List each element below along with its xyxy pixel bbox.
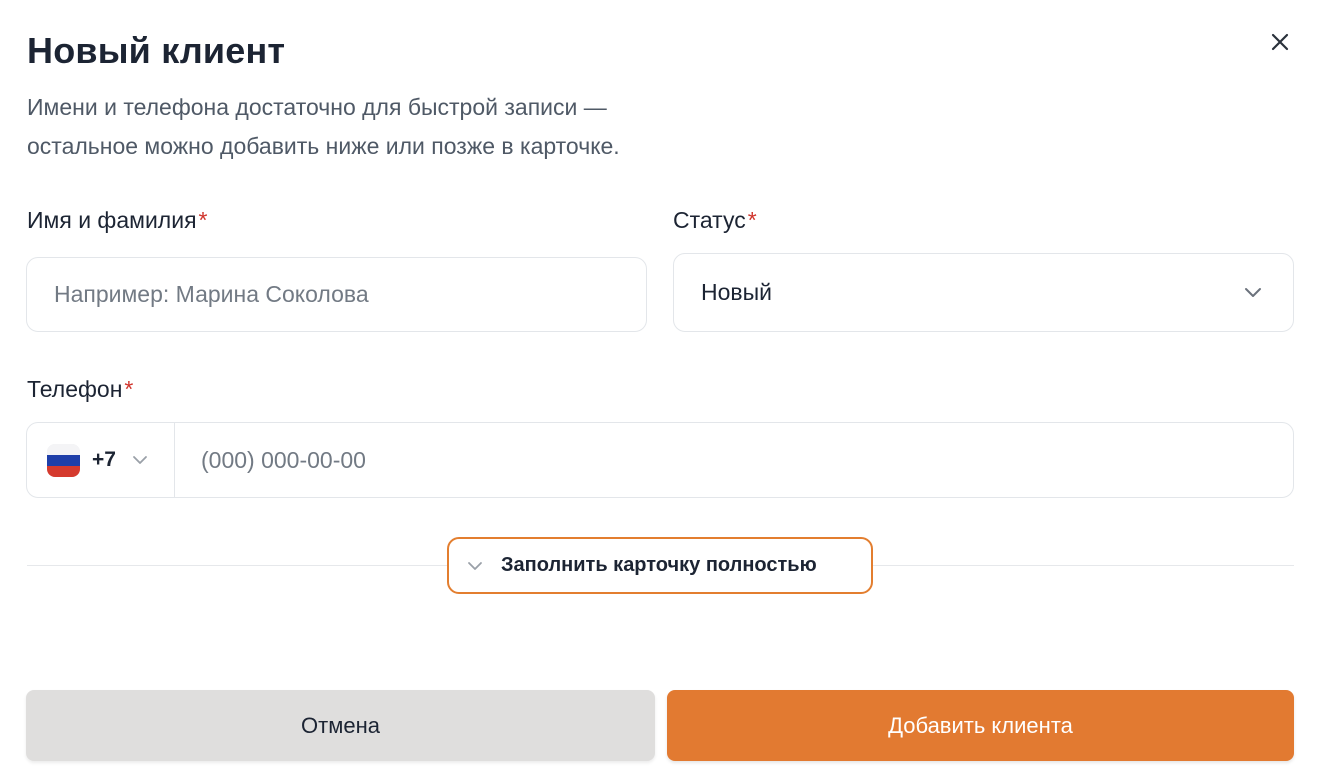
dialog-title: Новый клиент bbox=[27, 30, 286, 71]
cancel-button[interactable]: Отмена bbox=[26, 690, 655, 761]
required-mark: * bbox=[124, 376, 134, 402]
country-code-select[interactable]: +7 bbox=[27, 423, 175, 497]
required-mark: * bbox=[747, 207, 757, 233]
status-select-value: Новый bbox=[701, 279, 772, 305]
phone-label: Телефон* bbox=[27, 376, 133, 403]
dialog-subtitle: Имени и телефона достаточно для быстрой … bbox=[27, 88, 787, 166]
name-input-placeholder: Например: Марина Соколова bbox=[54, 281, 369, 307]
chevron-down-icon bbox=[1243, 286, 1263, 300]
phone-input[interactable]: (000) 000-00-00 bbox=[175, 447, 366, 474]
status-label: Статус* bbox=[673, 207, 757, 234]
expand-full-card-button[interactable]: Заполнить карточку полностью bbox=[447, 537, 873, 594]
new-client-dialog: Новый клиент Имени и телефона достаточно… bbox=[0, 0, 1322, 780]
russia-flag-icon bbox=[47, 443, 80, 477]
status-select[interactable]: Новый bbox=[673, 253, 1294, 332]
phone-label-text: Телефон bbox=[27, 376, 123, 402]
chevron-down-icon bbox=[132, 455, 148, 465]
required-mark: * bbox=[198, 207, 208, 233]
expand-full-card-label: Заполнить карточку полностью bbox=[501, 554, 817, 576]
phone-input-placeholder: (000) 000-00-00 bbox=[201, 446, 366, 473]
close-button[interactable] bbox=[1266, 28, 1294, 56]
add-client-button[interactable]: Добавить клиента bbox=[667, 690, 1294, 761]
name-label-text: Имя и фамилия bbox=[27, 207, 197, 233]
chevron-down-icon bbox=[465, 561, 485, 571]
name-label: Имя и фамилия* bbox=[27, 207, 207, 234]
phone-field: +7 (000) 000-00-00 bbox=[26, 422, 1294, 498]
subtitle-line-1: Имени и телефона достаточно для быстрой … bbox=[27, 94, 607, 120]
status-label-text: Статус bbox=[673, 207, 746, 233]
dial-code: +7 bbox=[92, 448, 116, 471]
name-input[interactable]: Например: Марина Соколова bbox=[26, 257, 647, 332]
subtitle-line-2: остальное можно добавить ниже или позже … bbox=[27, 133, 620, 159]
close-icon bbox=[1271, 33, 1289, 51]
